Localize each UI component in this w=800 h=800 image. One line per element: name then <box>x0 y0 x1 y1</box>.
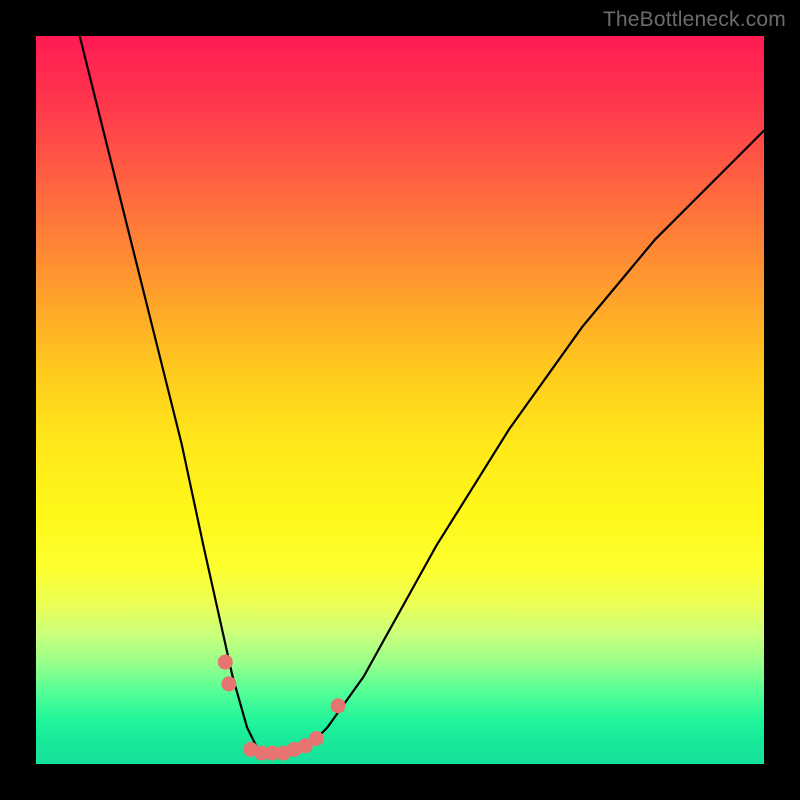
marker-dot <box>331 698 346 713</box>
bottleneck-curve <box>36 36 764 764</box>
markers-group <box>218 655 346 761</box>
marker-dot <box>218 655 233 670</box>
plot-area <box>36 36 764 764</box>
curve-line <box>80 36 764 757</box>
chart-frame: TheBottleneck.com <box>0 0 800 800</box>
marker-dot <box>309 731 324 746</box>
marker-dot <box>221 676 236 691</box>
watermark-text: TheBottleneck.com <box>603 8 786 32</box>
